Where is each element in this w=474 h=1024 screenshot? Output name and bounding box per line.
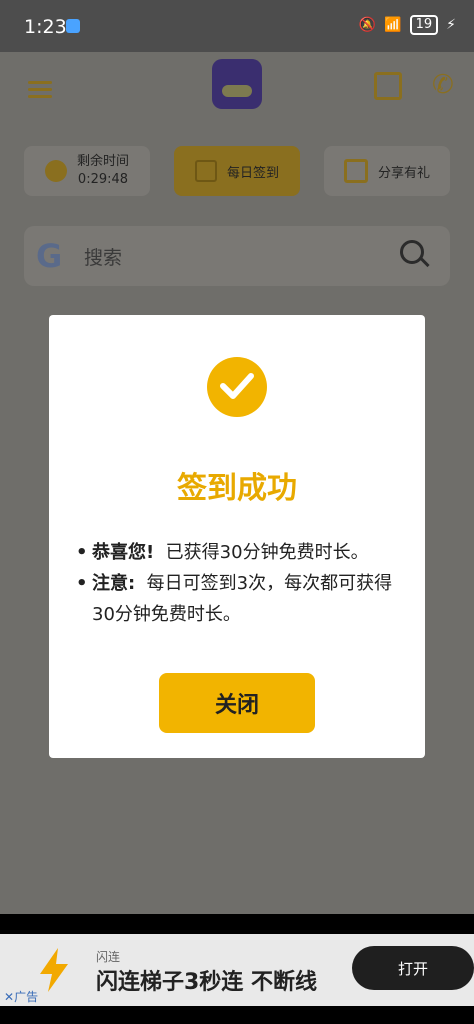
- remaining-time-card: 剩余时间 0:29:48: [24, 146, 150, 196]
- success-check-icon: [207, 357, 267, 417]
- ad-label[interactable]: ✕广告: [4, 988, 38, 1005]
- ad-title: 闪连梯子3秒连 不断线: [96, 970, 317, 995]
- remaining-time-value: 0:29:48: [77, 172, 129, 187]
- wifi-icon: 📶: [384, 17, 402, 33]
- daily-checkin-button[interactable]: 每日签到: [174, 146, 300, 196]
- divider-bar: [0, 914, 474, 934]
- ad-close-icon[interactable]: ✕: [4, 990, 14, 1004]
- mute-icon: 🔕: [358, 17, 377, 33]
- close-button[interactable]: 关闭: [159, 673, 315, 733]
- stopwatch-icon: [44, 160, 67, 182]
- bullet-congrats: • 恭喜您! 已获得30分钟免费时长。: [76, 542, 369, 563]
- bullet-congrats-body: 已获得30分钟免费时长。: [165, 542, 369, 563]
- search-bar[interactable]: G 搜索: [24, 226, 450, 286]
- shopping-bag-icon[interactable]: [374, 72, 402, 100]
- app-logo: [212, 59, 262, 109]
- share-icon: [343, 159, 368, 183]
- search-icon[interactable]: [400, 240, 424, 264]
- share-gift-label: 分享有礼: [377, 165, 430, 181]
- status-time: 1:23: [24, 16, 67, 38]
- remaining-time-label: 剩余时间: [76, 154, 129, 169]
- search-input[interactable]: 搜索: [84, 243, 122, 270]
- status-icons: 🔕 📶 19 ⚡: [359, 15, 456, 35]
- share-gift-button[interactable]: 分享有礼: [324, 146, 450, 196]
- lightning-bolt-icon: [40, 948, 68, 992]
- daily-checkin-label: 每日签到: [226, 165, 279, 181]
- bullet-note: • 注意: 每日可签到3次，每次都可获得30分钟免费时长。: [76, 573, 393, 625]
- phone-icon[interactable]: ✆: [432, 70, 454, 100]
- bullet-congrats-head: 恭喜您!: [92, 542, 155, 563]
- bullet-note-body: 每日可签到3次，每次都可获得30分钟免费时长。: [92, 573, 393, 625]
- google-logo-icon: G: [36, 237, 63, 275]
- checkin-icon: [194, 160, 217, 182]
- notification-app-icon: [66, 19, 80, 33]
- battery-icon: 19: [409, 15, 439, 35]
- navigation-bar: [0, 1006, 474, 1024]
- checkin-success-dialog: 签到成功 • 恭喜您! 已获得30分钟免费时长。 • 注意: 每日可签到3次，每…: [49, 315, 425, 758]
- ad-brand: 闪连: [96, 950, 121, 964]
- ad-open-button[interactable]: 打开: [352, 946, 474, 990]
- menu-icon[interactable]: [28, 77, 52, 102]
- charging-icon: ⚡: [446, 17, 456, 33]
- ad-banner[interactable]: 闪连 闪连梯子3秒连 不断线 打开 ✕广告: [0, 934, 474, 1006]
- bullet-note-head: 注意:: [92, 573, 136, 594]
- dialog-title: 签到成功: [177, 471, 297, 506]
- dialog-message: • 恭喜您! 已获得30分钟免费时长。 • 注意: 每日可签到3次，每次都可获得…: [76, 537, 406, 630]
- status-bar: 1:23 🔕 📶 19 ⚡: [0, 0, 474, 52]
